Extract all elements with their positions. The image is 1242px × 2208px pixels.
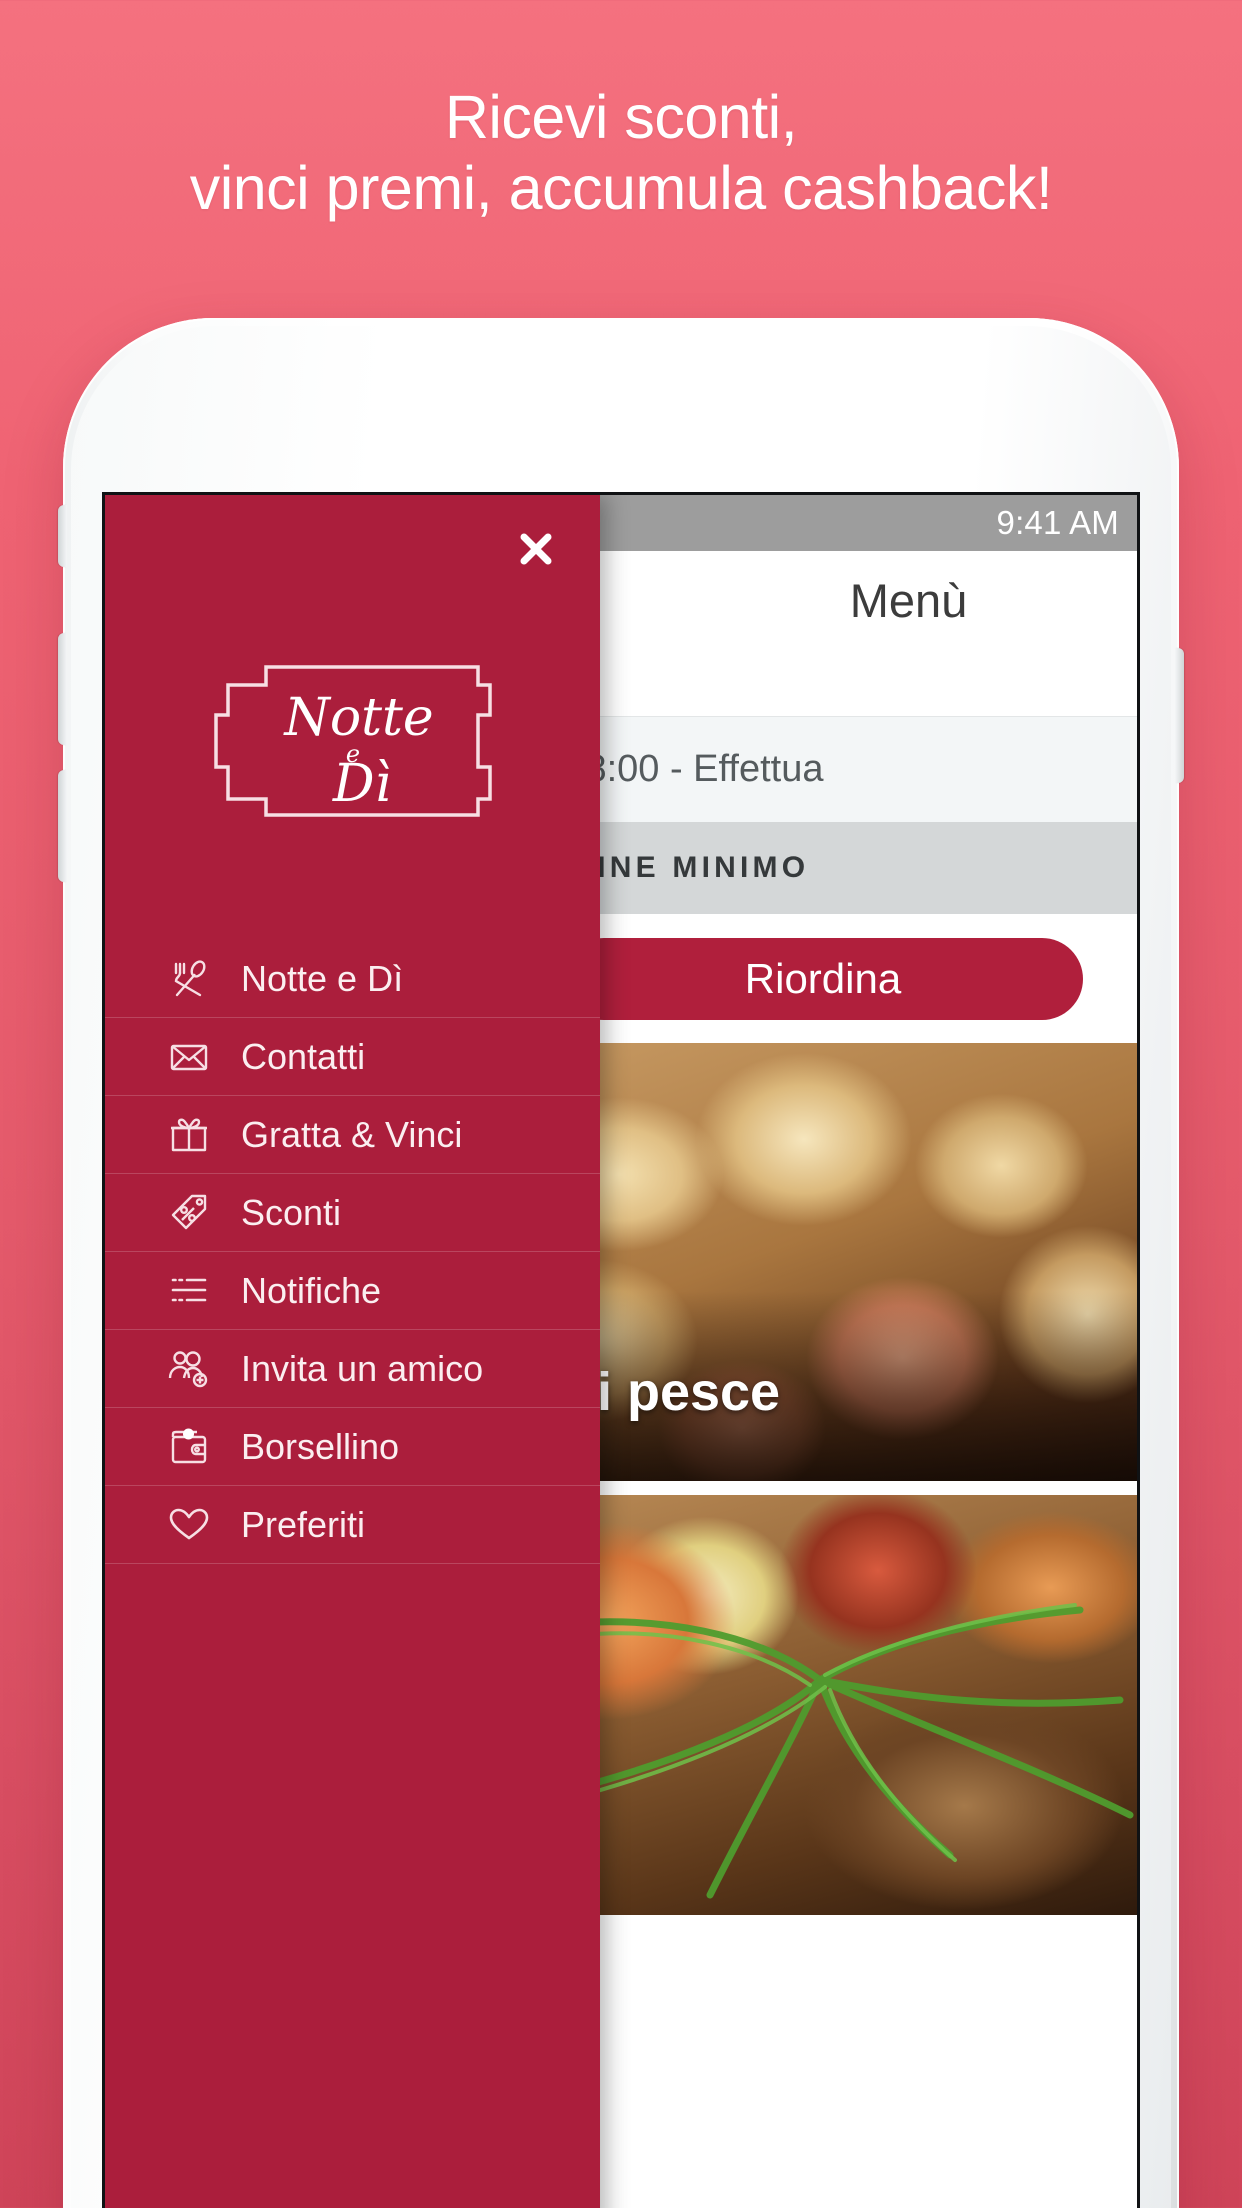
promo-headline: Ricevi sconti, vinci premi, accumula cas…	[0, 86, 1242, 220]
list-icon	[165, 1267, 213, 1315]
wallet-icon	[165, 1423, 213, 1471]
app-navbar: Menù	[520, 551, 1137, 649]
menu-item-label: Borsellino	[241, 1425, 400, 1467]
menu-item-borsellino[interactable]: Borsellino	[105, 1408, 600, 1486]
close-x-icon	[520, 533, 552, 565]
envelope-icon	[165, 1033, 213, 1081]
menu-item-notifiche[interactable]: Notifiche	[105, 1252, 600, 1330]
discount-tag-icon	[165, 1189, 213, 1237]
menu-item-gratta-e-vinci[interactable]: Gratta & Vinci	[105, 1096, 600, 1174]
power-button[interactable]	[1175, 648, 1184, 783]
menu-item-preferiti[interactable]: Preferiti	[105, 1486, 600, 1564]
menu-card-fish[interactable]: Menù di pesce	[520, 1043, 1137, 1481]
silent-switch-button[interactable]	[58, 505, 67, 567]
status-bar-clock: 9:41 AM	[996, 504, 1119, 541]
cutlery-icon	[165, 955, 213, 1003]
menu-item-label: Notte e Dì	[241, 957, 404, 999]
volume-up-button[interactable]	[58, 633, 67, 745]
gift-icon	[165, 1111, 213, 1159]
rosemary-sprig-icon	[546, 1603, 1134, 1899]
menu-item-contatti[interactable]: Contatti	[105, 1018, 600, 1096]
app-content-panel: 9:41 AM Menù Apertura 18:00 - Effettua O…	[520, 495, 1137, 2208]
phone-screen: 9:41 AM Menù Apertura 18:00 - Effettua O…	[105, 495, 1137, 2208]
min-order-row: ORDINE MINIMO	[520, 822, 1137, 914]
promo-line-2: vinci premi, accumula cashback!	[189, 153, 1053, 222]
reorder-button-row: Riordina	[520, 914, 1137, 1043]
menu-card-meat[interactable]	[520, 1495, 1137, 1915]
reorder-button[interactable]: Riordina	[563, 937, 1083, 1020]
side-drawer: Notte e Dì Notte e Dì Contatti Gratta & …	[105, 495, 600, 2208]
drawer-menu: Notte e Dì Contatti Gratta & Vinci Scont…	[105, 940, 600, 1564]
menu-item-label: Contatti	[241, 1035, 366, 1077]
menu-item-label: Invita un amico	[241, 1347, 484, 1389]
menu-item-notte-e-di[interactable]: Notte e Dì	[105, 940, 600, 1018]
heart-icon	[165, 1501, 213, 1549]
close-icon[interactable]	[510, 523, 562, 575]
menu-item-label: Notifiche	[241, 1269, 382, 1311]
menu-item-label: Gratta & Vinci	[241, 1113, 463, 1155]
logo-text-line3: Dì	[331, 754, 390, 814]
opening-hours-row: Apertura 18:00 - Effettua	[520, 717, 1137, 822]
menu-item-invita-un-amico[interactable]: Invita un amico	[105, 1330, 600, 1408]
status-bar: 9:41 AM	[520, 495, 1137, 551]
menu-item-sconti[interactable]: Sconti	[105, 1174, 600, 1252]
logo-text-line1: Notte	[282, 688, 433, 748]
phone-mockup: 9:41 AM Menù Apertura 18:00 - Effettua O…	[58, 318, 1184, 2208]
logo-frame-icon: Notte e Dì	[213, 665, 492, 817]
promo-line-1: Ricevi sconti,	[444, 83, 798, 151]
page-title: Menù	[849, 573, 968, 627]
brand-logo: Notte e Dì	[105, 589, 600, 889]
menu-item-label: Sconti	[241, 1191, 342, 1233]
volume-down-button[interactable]	[58, 770, 67, 882]
card-separator	[520, 1481, 1137, 1495]
menu-item-label: Preferiti	[241, 1503, 366, 1545]
navbar-divider	[520, 649, 1137, 717]
add-people-icon	[165, 1345, 213, 1393]
